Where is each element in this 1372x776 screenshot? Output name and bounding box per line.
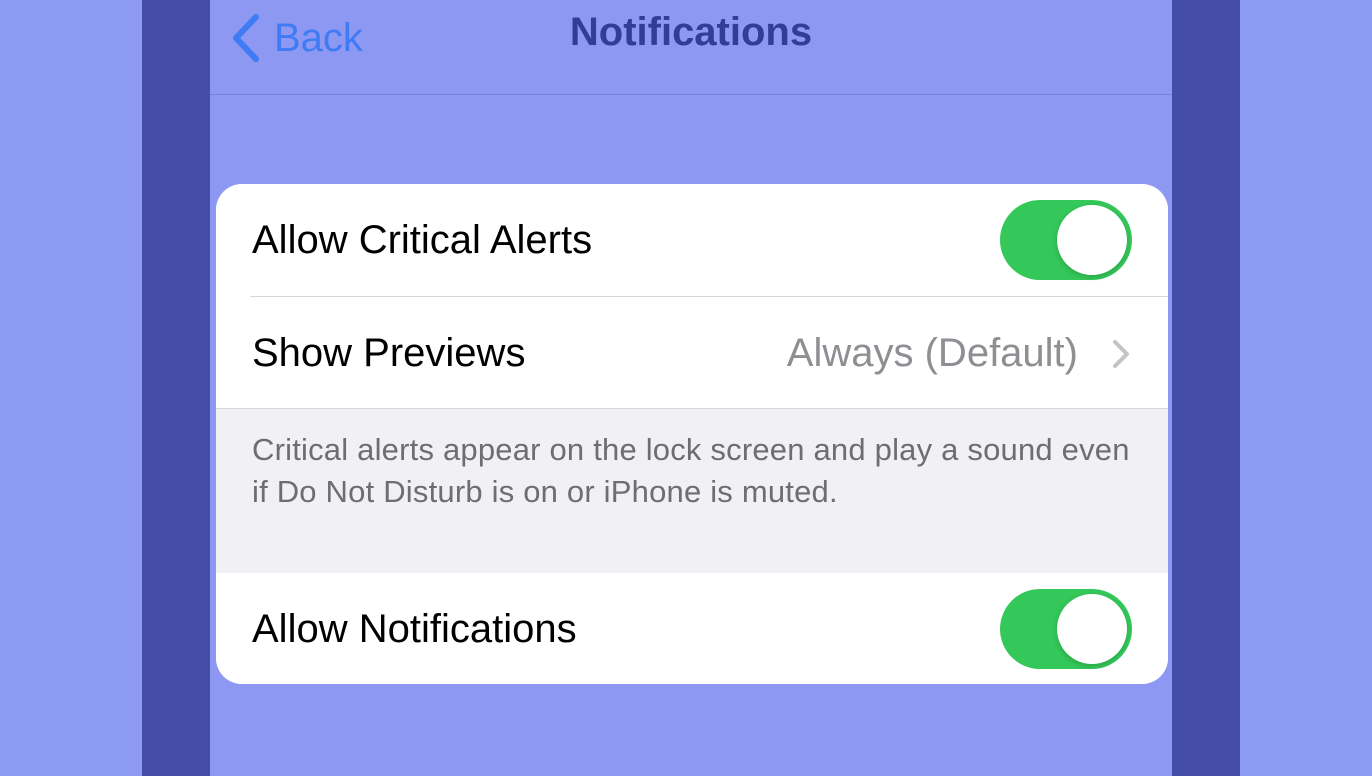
- device-frame: Back Notifications Allow Critical Alerts…: [0, 0, 1372, 776]
- show-previews-label: Show Previews: [252, 330, 526, 375]
- right-border-bar: [1172, 0, 1240, 776]
- critical-alerts-row: Allow Critical Alerts: [216, 184, 1168, 296]
- critical-alerts-description: Critical alerts appear on the lock scree…: [252, 432, 1130, 509]
- allow-notifications-row: Allow Notifications: [216, 573, 1168, 684]
- section-footer: Critical alerts appear on the lock scree…: [216, 408, 1168, 574]
- navigation-bar: Back Notifications: [210, 0, 1172, 95]
- toggle-knob: [1057, 205, 1127, 275]
- allow-notifications-label: Allow Notifications: [252, 606, 577, 651]
- critical-alerts-label: Allow Critical Alerts: [252, 217, 593, 262]
- show-previews-value: Always (Default): [786, 330, 1078, 375]
- toggle-knob: [1057, 594, 1127, 664]
- page-title: Notifications: [569, 10, 813, 54]
- left-border-bar: [142, 0, 210, 776]
- allow-notifications-toggle[interactable]: [1000, 589, 1132, 669]
- chevron-right-icon: [1112, 339, 1130, 374]
- settings-card: Allow Critical Alerts Show Previews Alwa…: [216, 184, 1168, 684]
- settings-screen: Back Notifications Allow Critical Alerts…: [210, 0, 1172, 776]
- critical-alerts-toggle[interactable]: [1000, 200, 1132, 280]
- show-previews-row[interactable]: Show Previews Always (Default): [216, 297, 1168, 409]
